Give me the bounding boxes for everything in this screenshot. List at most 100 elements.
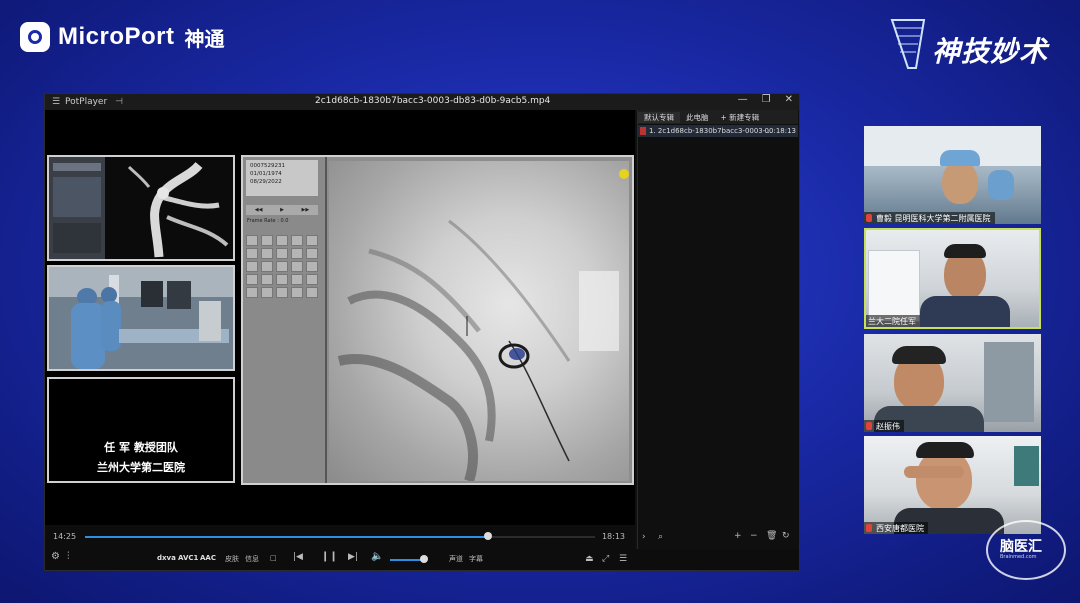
playlist-item-duration: 00:18:13 [764,127,796,135]
ws-tool-icon [291,248,303,259]
ws-forward-icon: ▶▶ [301,207,310,213]
brand-logo: MicroPort 神通 [20,22,225,52]
playlist-item[interactable]: 1. 2c1d68cb-1830b7bacc3-0003-... 00:18:1… [638,125,798,137]
ws-play-icon: ▶ [280,207,284,213]
duration: 18:13 [601,532,625,541]
patient-dob: 01/01/1974 [250,171,282,177]
skin-button[interactable]: 皮肤 [225,554,239,564]
ws-rewind-icon: ◀◀ [254,207,263,213]
stop-icon[interactable]: □ [270,554,277,562]
titlebar: ☰ PotPlayer ⊣ 2c1d68cb-1830b7bacc3-0003-… [45,94,799,110]
previous-icon[interactable]: |◀ [293,552,303,562]
fullscreen-icon[interactable]: ⤢ [602,554,609,564]
refresh-icon[interactable]: ↻ [782,531,790,541]
ws-tool-icon [291,261,303,272]
expand-icon[interactable]: › [642,532,646,542]
microport-logo-icon [20,22,50,52]
study-date: 08/29/2022 [250,179,282,185]
participant-namebar: 赵振伟 [864,420,904,432]
team-leader-caption: 任 军 教授团队 [104,441,178,454]
surgical-cap [940,150,980,166]
tab-new-album[interactable]: + 新建专辑 [715,112,766,123]
seek-progress [85,536,488,538]
ws-tool-icon [246,248,258,259]
tab-default-album[interactable]: 默认专辑 [638,111,680,123]
brainmed-watermark: 脑医汇 Brainmed.com [986,520,1066,580]
pin-icon[interactable]: ⊣ [115,97,123,107]
volume-handle[interactable] [419,555,428,563]
seek-handle[interactable] [483,532,492,540]
audio-channel-button[interactable]: 声道 [449,554,463,564]
participant-namebar: 西安唐都医院 [864,522,928,534]
ws-tool-icon [306,261,318,272]
equalizer-icon[interactable]: ⫶ [67,551,70,562]
video-codec-badge[interactable]: AVC1 [178,554,198,562]
participant-name: 曹毅 昆明医科大学第二附属医院 [876,213,991,223]
audio-codec-badge[interactable]: AAC [200,554,216,562]
playlist-item-name: 1. 2c1d68cb-1830b7bacc3-0003-... [649,127,772,135]
ws-tool-icon [246,287,258,298]
shelf-background [984,342,1034,422]
participant-hair [916,442,974,458]
participant-tile[interactable]: 赵振伟 [864,334,1041,432]
participant-hand [904,466,964,478]
close-icon[interactable]: ✕ [785,94,793,105]
poster-background [1014,446,1039,486]
playlist-search-icon[interactable]: ⌕ [658,532,663,542]
dxva-badge[interactable]: dxva [157,554,176,562]
ws-tool-icon [306,287,318,298]
video-file-icon [640,127,646,135]
tab-this-pc[interactable]: 此电脑 [680,112,715,123]
vessel-render-image [49,157,233,259]
maximize-icon[interactable]: ❐ [762,94,771,105]
add-icon[interactable]: + [734,531,742,541]
playlist-tabs: 默认专辑 此电脑 + 新建专辑 [638,110,798,124]
minimize-icon[interactable]: — [738,94,748,105]
video-area[interactable]: 任 军 教授团队 兰州大学第二医院 0007529231 01/01/1974 … [45,110,635,525]
participant-namebar: 兰大二院任军 [866,315,920,327]
subtitle-button[interactable]: 字幕 [469,554,483,564]
menu-icon[interactable]: ☰ [49,97,63,107]
settings-gear-icon[interactable]: ⚙ [51,551,60,562]
playlist-toolbar: › ⌕ + − 🗑 ↻ [638,528,798,549]
ws-tool-icon [291,287,303,298]
ws-tool-icon [276,235,288,246]
potplayer-window: ☰ PotPlayer ⊣ 2c1d68cb-1830b7bacc3-0003-… [44,93,800,571]
event-title: 神技妙术 [932,35,1049,68]
watermark-text: 脑医汇 [1000,539,1042,555]
participant-name: 西安唐都医院 [876,523,924,533]
ws-tool-icon [276,274,288,285]
playlist-toggle-icon[interactable]: ☰ [619,554,627,564]
volume-icon[interactable]: 🔈 [371,551,383,562]
brand-cn-name: 神通 [184,26,225,51]
workstation-playback-controls: ◀◀ ▶ ▶▶ [246,205,318,215]
current-time: 14:25 [53,532,77,541]
seek-bar[interactable] [85,532,595,540]
stent-logo-icon [890,19,926,69]
participant-tile[interactable]: 曹毅 昆明医科大学第二附属医院 [864,126,1041,224]
eject-icon[interactable]: ⏏ [585,554,594,564]
event-logo: 神技妙术 [888,14,1068,76]
ws-tool-icon [276,248,288,259]
workstation-tool-grid [246,235,320,298]
volume-slider[interactable] [390,559,424,561]
mic-muted-icon [866,214,872,222]
fluoroscopy-view: 0007529231 01/01/1974 08/29/2022 ◀◀ ▶ ▶▶… [241,155,634,485]
participant-tile-active[interactable]: 兰大二院任军 [864,228,1041,329]
mic-muted-icon [866,422,872,430]
remove-icon[interactable]: − [750,531,758,541]
patient-info: 0007529231 01/01/1974 08/29/2022 [246,160,318,196]
ws-tool-icon [246,235,258,246]
patient-id: 0007529231 [250,163,285,169]
participant-face [942,160,978,204]
window-background [868,250,920,322]
delete-icon[interactable]: 🗑 [766,531,777,541]
ws-tool-icon [261,274,273,285]
radiation-indicator-icon [619,169,629,179]
operating-room-image [49,267,233,369]
info-button[interactable]: 信息 [245,554,259,564]
ws-tool-icon [306,248,318,259]
participant-namebar: 曹毅 昆明医科大学第二附属医院 [864,212,995,224]
pause-icon[interactable]: ❙❙ [321,551,338,562]
next-icon[interactable]: ▶| [348,552,358,562]
